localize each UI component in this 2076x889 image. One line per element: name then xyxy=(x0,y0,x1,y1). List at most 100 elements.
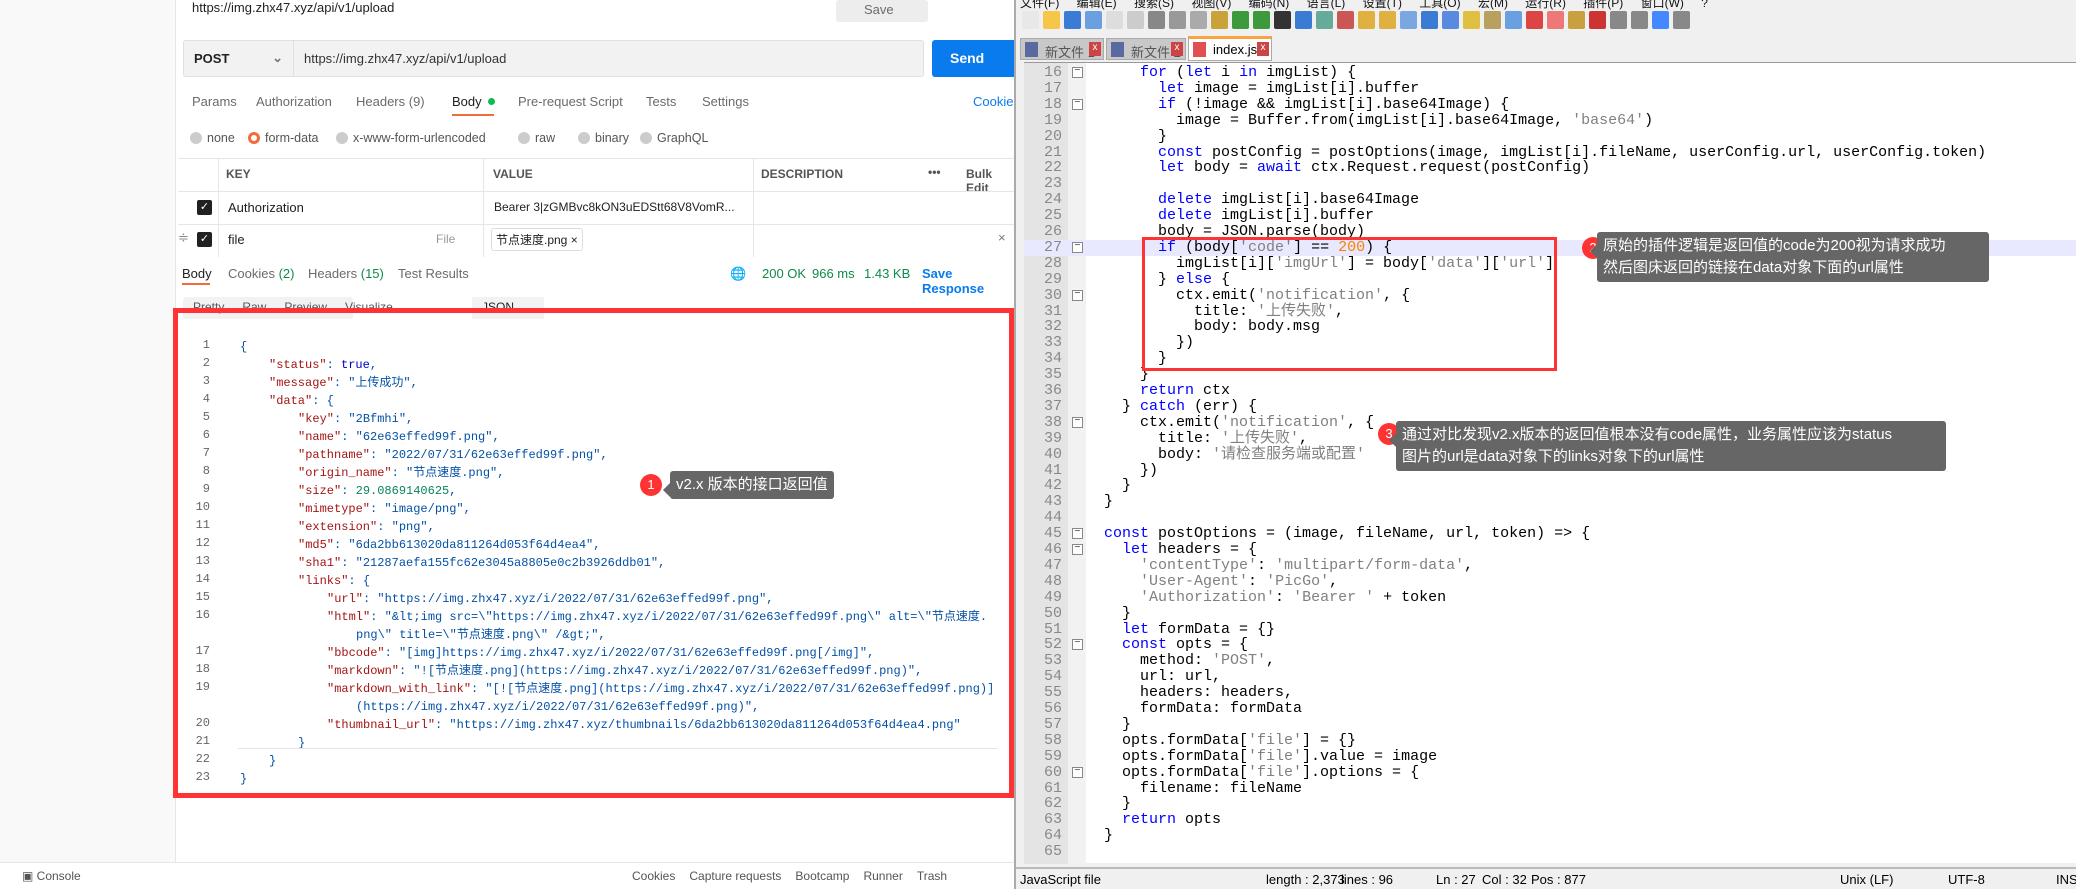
line-number: 44 xyxy=(1043,509,1062,527)
toolbar-icon[interactable] xyxy=(1421,11,1438,29)
fold-icon[interactable]: − xyxy=(1072,289,1083,301)
tab-tests[interactable]: Tests xyxy=(646,94,676,109)
toolbar-icon[interactable] xyxy=(1505,11,1522,29)
toolbar-icon[interactable] xyxy=(1463,11,1480,29)
row-key[interactable]: file xyxy=(228,232,245,247)
editor-tab[interactable]: 新文件 1x xyxy=(1020,38,1104,60)
toolbar-icon[interactable] xyxy=(1085,11,1102,29)
row-key[interactable]: Authorization xyxy=(228,200,304,215)
toolbar-icon[interactable] xyxy=(1547,11,1564,29)
toolbar-icon[interactable] xyxy=(1400,11,1417,29)
row-checkbox[interactable]: ✓ xyxy=(197,200,212,215)
toolbar-icon[interactable] xyxy=(1484,11,1501,29)
radio-none[interactable]: none xyxy=(190,131,235,145)
line-number: 41 xyxy=(1043,461,1062,479)
capture-requests-button[interactable]: Capture requests xyxy=(689,869,781,883)
toolbar-icon[interactable] xyxy=(1295,11,1312,29)
url-input[interactable]: https://img.zhx47.xyz/api/v1/upload xyxy=(304,51,506,66)
fold-icon[interactable]: − xyxy=(1072,528,1083,540)
toolbar-icon[interactable] xyxy=(1127,11,1144,29)
tab-params[interactable]: Params xyxy=(192,94,237,109)
tab-headers-[interactable]: Headers (9) xyxy=(356,94,425,109)
editor-tab[interactable]: index.js x xyxy=(1188,36,1272,61)
toolbar-icon[interactable] xyxy=(1358,11,1375,29)
chevron-down-icon: ⌄ xyxy=(272,50,283,65)
close-icon[interactable]: x xyxy=(1089,42,1101,56)
cursor-col: Col : 32 xyxy=(1482,872,1527,887)
toolbar-icon[interactable] xyxy=(1274,11,1291,29)
close-icon[interactable]: x xyxy=(1257,42,1269,56)
close-icon[interactable]: x xyxy=(1171,42,1183,56)
file-chip[interactable]: 节点速度.png × xyxy=(491,228,583,251)
tab-pre-request-script[interactable]: Pre-request Script xyxy=(518,94,623,109)
response-tab[interactable]: Headers (15) xyxy=(308,266,384,281)
toolbar-icon[interactable] xyxy=(1337,11,1354,29)
tab-authorization[interactable]: Authorization xyxy=(256,94,332,109)
runner-button[interactable]: Runner xyxy=(863,869,902,883)
toolbar-icon[interactable] xyxy=(1211,11,1228,29)
toolbar-icon[interactable] xyxy=(1589,11,1606,29)
radio-raw[interactable]: raw xyxy=(518,131,555,145)
save-response-button[interactable]: Save Response xyxy=(922,266,1014,296)
radio-binary[interactable]: binary xyxy=(578,131,629,145)
row-checkbox[interactable]: ✓ xyxy=(197,232,212,247)
toolbar-icon[interactable] xyxy=(1568,11,1585,29)
method-select[interactable]: POST ⌄ xyxy=(184,41,294,76)
bootcamp-button[interactable]: Bootcamp xyxy=(795,869,849,883)
drag-handle-icon[interactable]: ≑ xyxy=(178,230,189,246)
encoding[interactable]: UTF-8 xyxy=(1948,872,1985,887)
fold-icon[interactable]: − xyxy=(1072,67,1083,78)
console-label: Console xyxy=(36,869,81,883)
toolbar-icon[interactable] xyxy=(1631,11,1648,29)
type-select[interactable]: File xyxy=(436,232,455,246)
response-tab[interactable]: Test Results xyxy=(398,266,469,281)
toolbar-icon[interactable] xyxy=(1064,11,1081,29)
more-icon[interactable]: ••• xyxy=(928,165,941,179)
editor-tab[interactable]: 新文件 2x xyxy=(1106,38,1186,60)
row-value[interactable]: Bearer 3|zGMBvc8kON3uEDStt68V8VomR... xyxy=(494,200,735,214)
toolbar-icon[interactable] xyxy=(1190,11,1207,29)
toolbar-icon[interactable] xyxy=(1610,11,1627,29)
radio-form-data[interactable]: form-data xyxy=(248,131,319,145)
toolbar-icon[interactable] xyxy=(1673,11,1690,29)
toolbar-icon[interactable] xyxy=(1106,11,1123,29)
fold-icon[interactable]: − xyxy=(1072,98,1083,110)
save-button[interactable]: Save xyxy=(836,0,928,22)
code-line: 62 } xyxy=(1024,796,2076,812)
cookies-button[interactable]: Cookies xyxy=(632,869,675,883)
toolbar-icon[interactable] xyxy=(1022,11,1039,29)
close-icon[interactable]: × xyxy=(571,233,578,247)
toolbar-icon[interactable] xyxy=(1316,11,1333,29)
menu-bar[interactable]: 文件(F) 编辑(E) 搜索(S) 视图(V) 编码(N) 语言(L) 设置(T… xyxy=(1020,0,1708,11)
cookies-link[interactable]: Cookies xyxy=(973,94,1020,109)
tab-body[interactable]: Body xyxy=(452,94,482,109)
trash-button[interactable]: Trash xyxy=(917,869,947,883)
code-text: delete imgList[i].base64Image xyxy=(1158,191,1420,209)
console-button[interactable]: ▣ Console xyxy=(22,869,81,883)
toolbar-icon[interactable] xyxy=(1253,11,1270,29)
response-tab[interactable]: Body xyxy=(182,266,212,281)
eol-mode[interactable]: Unix (LF) xyxy=(1840,872,1893,887)
toolbar-icon[interactable] xyxy=(1169,11,1186,29)
fold-icon[interactable]: − xyxy=(1072,544,1083,555)
tab-settings[interactable]: Settings xyxy=(702,94,749,109)
toolbar-icon[interactable] xyxy=(1232,11,1249,29)
fold-icon[interactable]: − xyxy=(1072,639,1083,651)
toolbar-icon[interactable] xyxy=(1526,11,1543,29)
delete-row-icon[interactable]: × xyxy=(998,230,1006,245)
line-number: 35 xyxy=(1043,366,1062,384)
fold-icon[interactable]: − xyxy=(1072,416,1083,428)
radio-x-www-form-urlencoded[interactable]: x-www-form-urlencoded xyxy=(336,131,486,145)
toolbar-icon[interactable] xyxy=(1652,11,1669,29)
radio-GraphQL[interactable]: GraphQL xyxy=(640,131,708,145)
fold-icon[interactable]: − xyxy=(1072,241,1083,253)
toolbar-icon[interactable] xyxy=(1442,11,1459,29)
toolbar-icon[interactable] xyxy=(1148,11,1165,29)
code-text: 'User-Agent': 'PicGo', xyxy=(1140,572,1339,590)
response-tab[interactable]: Cookies (2) xyxy=(228,266,294,281)
toolbar-icon[interactable] xyxy=(1379,11,1396,29)
send-button[interactable]: Send xyxy=(932,40,1014,77)
fold-icon[interactable]: − xyxy=(1072,766,1083,778)
callout-line: 然后图床返回的链接在data对象下面的url属性 xyxy=(1603,259,1904,276)
toolbar-icon[interactable] xyxy=(1043,11,1060,29)
